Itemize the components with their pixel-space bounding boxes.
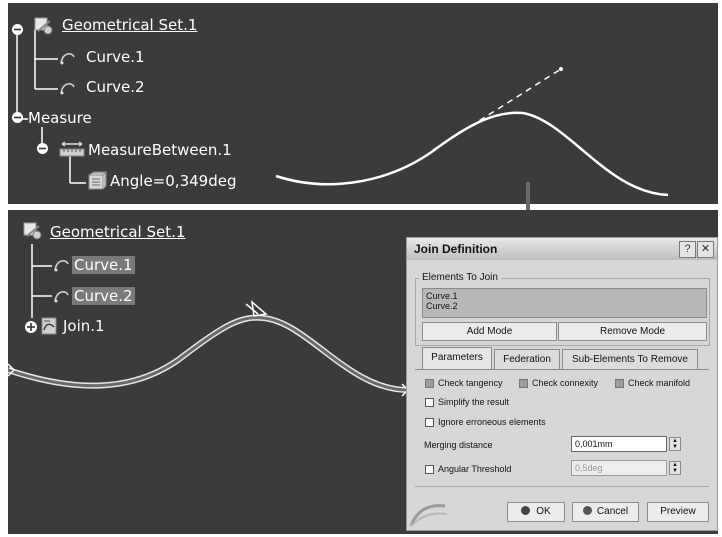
tab-sub-elements-to-remove[interactable]: Sub-Elements To Remove — [562, 349, 698, 369]
angular-threshold-spinner[interactable]: ▲ ▼ — [669, 461, 681, 475]
tab-parameters[interactable]: Parameters — [422, 347, 492, 370]
check-connexity-label: Check connexity — [532, 378, 599, 388]
check-connexity-checkbox[interactable] — [519, 379, 528, 388]
add-mode-button[interactable]: Add Mode — [422, 322, 557, 341]
dialog-title: Join Definition — [414, 242, 498, 256]
direction-arrow-icon — [250, 300, 268, 317]
tab-federation[interactable]: Federation — [494, 349, 560, 369]
ignore-erroneous-label: Ignore erroneous elements — [438, 417, 546, 427]
elements-group-label: Elements To Join — [419, 272, 501, 283]
preview-button[interactable]: Preview — [647, 502, 709, 522]
simplify-label: Simplify the result — [438, 397, 510, 407]
tangent-dashed-line — [432, 68, 562, 151]
check-manifold-label: Check manifold — [628, 378, 691, 388]
catia-swoosh-icon — [409, 504, 448, 527]
curve-icon — [60, 53, 75, 65]
angular-threshold-checkbox[interactable] — [425, 465, 434, 474]
geometrical-set-icon — [34, 17, 53, 35]
cancel-button[interactable]: Cancel — [572, 502, 639, 522]
curve-icon — [54, 260, 69, 272]
angular-threshold-label: Angular Threshold — [438, 464, 512, 474]
elements-list[interactable]: Curve.1 Curve.2 — [422, 288, 707, 318]
bottom-curve1-label[interactable]: Curve.1 — [72, 256, 135, 274]
ignore-erroneous-checkbox[interactable] — [425, 418, 434, 427]
ok-button[interactable]: OK — [507, 502, 565, 522]
join-label[interactable]: Join.1 — [63, 317, 105, 335]
angle-parameter-icon — [88, 171, 108, 190]
check-tangency-checkbox[interactable] — [425, 379, 434, 388]
cancel-icon — [582, 506, 592, 515]
list-item[interactable]: Curve.1 — [426, 291, 706, 301]
top-viewport: Geometrical Set.1 Curve.1 Curve.2 Measur… — [8, 3, 718, 204]
top-curve2-label[interactable]: Curve.2 — [86, 78, 145, 96]
collapse-node-icon[interactable] — [11, 23, 24, 36]
check-manifold-checkbox[interactable] — [615, 379, 624, 388]
help-button[interactable]: ? — [679, 241, 696, 258]
measure-label[interactable]: Measure — [28, 109, 92, 127]
collapse-node-icon[interactable] — [11, 111, 24, 124]
check-tangency-label: Check tangency — [438, 378, 503, 388]
remove-mode-button[interactable]: Remove Mode — [558, 322, 707, 341]
ok-icon — [521, 506, 531, 515]
bottom-curve2-label[interactable]: Curve.2 — [72, 287, 135, 305]
angular-threshold-input[interactable]: 0,5deg — [571, 460, 667, 476]
merging-distance-input[interactable]: 0,001mm — [571, 436, 667, 452]
separator — [415, 486, 709, 487]
tab-divider — [415, 369, 709, 370]
join-definition-dialog: Join Definition ? ✕ Elements To Join Cur… — [406, 237, 718, 531]
top-geometrical-set-label[interactable]: Geometrical Set.1 — [62, 16, 197, 34]
dialog-titlebar[interactable]: Join Definition ? ✕ — [407, 238, 717, 260]
angle-value-label[interactable]: Angle=0,349deg — [110, 172, 236, 190]
geometrical-set-icon — [23, 222, 42, 240]
merging-distance-label: Merging distance — [424, 440, 493, 450]
curve-icon — [60, 83, 75, 95]
expand-node-icon[interactable] — [24, 320, 38, 334]
measure-between-label[interactable]: MeasureBetween.1 — [88, 141, 232, 159]
curve-icon — [54, 291, 69, 303]
simplify-checkbox[interactable] — [425, 398, 434, 407]
close-button[interactable]: ✕ — [697, 241, 714, 258]
collapse-node-icon[interactable] — [36, 142, 49, 155]
bottom-geometrical-set-label[interactable]: Geometrical Set.1 — [50, 223, 185, 241]
top-curve1-label[interactable]: Curve.1 — [86, 48, 145, 66]
list-item[interactable]: Curve.2 — [426, 301, 706, 311]
merging-distance-spinner[interactable]: ▲ ▼ — [669, 437, 681, 451]
join-icon — [41, 317, 57, 335]
measure-ruler-icon — [59, 141, 85, 157]
